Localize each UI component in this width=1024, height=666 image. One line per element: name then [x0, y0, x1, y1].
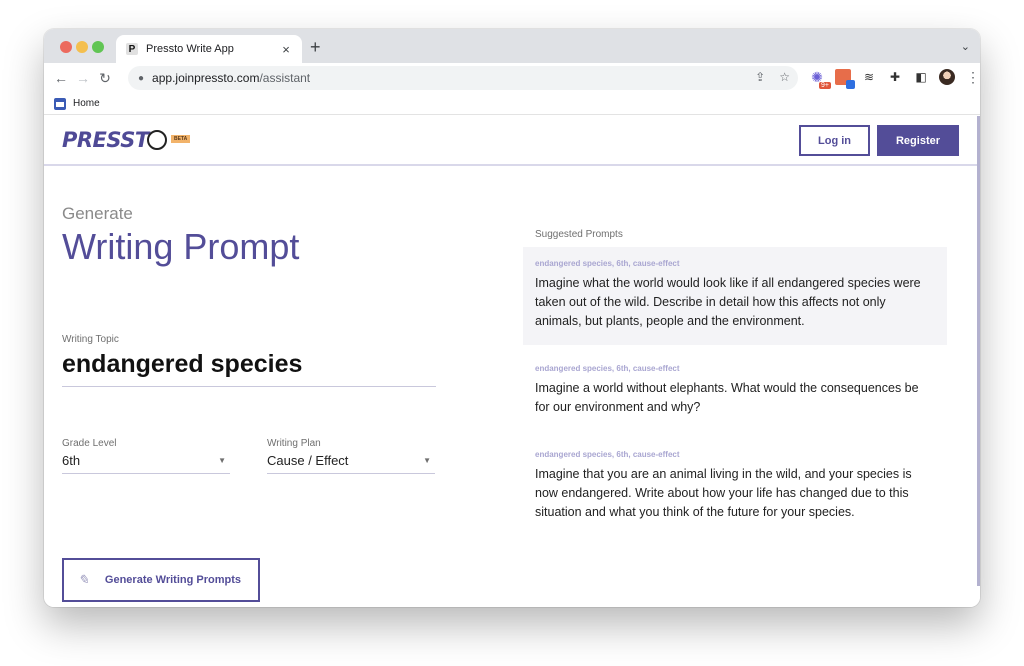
address-bar[interactable]: ● app.joinpressto.com/assistant ⇪ ☆: [128, 66, 798, 90]
browser-tab[interactable]: P Pressto Write App ×: [116, 35, 302, 63]
browser-toolbar: ← → ↻ ● app.joinpressto.com/assistant ⇪ …: [44, 63, 980, 93]
pressto-favicon-icon: P: [126, 43, 138, 55]
bookmark-star-icon[interactable]: ☆: [779, 70, 790, 84]
prompt-tags: endangered species, 6th, cause-effect: [535, 259, 680, 268]
extensions-area: ✺ 9+ ≋ ✚ ◧ ⋮: [809, 69, 980, 89]
bookmark-home[interactable]: Home: [73, 98, 100, 109]
extension-screenshot-icon[interactable]: [835, 69, 855, 89]
writing-plan-field: Writing Plan Cause / Effect ▼: [267, 438, 435, 474]
puzzle-extensions-icon[interactable]: ✚: [887, 69, 903, 85]
caret-down-icon: ▼: [218, 456, 226, 465]
page-scrollbar[interactable]: [977, 116, 980, 586]
grade-level-select[interactable]: 6th ▼: [62, 453, 230, 474]
caret-down-icon: ▼: [423, 456, 431, 465]
page-content: PRESST BETA Log in Register Generate Wri…: [44, 116, 980, 607]
page-eyebrow: Generate: [62, 204, 133, 223]
prompt-text: Imagine what the world would look like i…: [535, 276, 921, 328]
tab-title: Pressto Write App: [146, 43, 234, 55]
register-button[interactable]: Register: [877, 125, 959, 156]
writing-plan-value: Cause / Effect: [267, 453, 349, 468]
prompt-tags: endangered species, 6th, cause-effect: [535, 450, 680, 459]
lock-icon: ●: [138, 72, 145, 84]
site-header: PRESST BETA Log in Register: [44, 116, 980, 166]
logo-text: PRESST: [62, 128, 149, 152]
suggested-prompts-heading: Suggested Prompts: [535, 229, 623, 240]
writing-plan-label: Writing Plan: [267, 438, 321, 449]
new-tab-icon[interactable]: +: [310, 37, 321, 58]
url-path: /assistant: [259, 71, 311, 85]
beta-badge: BETA: [171, 135, 191, 143]
prompt-card[interactable]: endangered species, 6th, cause-effect Im…: [523, 438, 947, 534]
maximize-window-button[interactable]: [92, 41, 104, 53]
page-title: Writing Prompt: [62, 226, 300, 267]
pressto-logo[interactable]: PRESST: [62, 128, 167, 152]
browser-window: P Pressto Write App × + ⌄ ← → ↻ ● app.jo…: [44, 29, 980, 607]
prompt-text: Imagine a world without elephants. What …: [535, 381, 919, 414]
back-arrow-icon[interactable]: ←: [50, 70, 72, 86]
prompt-card[interactable]: endangered species, 6th, cause-effect Im…: [523, 247, 947, 345]
grade-level-label: Grade Level: [62, 438, 117, 449]
forward-arrow-icon[interactable]: →: [72, 70, 94, 86]
url-host: app.joinpressto.com: [152, 71, 260, 85]
feather-icon: ✎: [78, 572, 89, 587]
topic-input[interactable]: endangered species: [62, 350, 436, 387]
reload-icon[interactable]: ↻: [94, 70, 116, 87]
close-window-button[interactable]: [60, 41, 72, 53]
prompt-text: Imagine that you are an animal living in…: [535, 467, 912, 519]
extension-burst-icon[interactable]: ✺ 9+: [809, 69, 831, 89]
logo-scribble-icon: [146, 130, 167, 150]
home-bookmark-icon: [54, 97, 66, 110]
kebab-menu-icon[interactable]: ⋮: [965, 69, 980, 85]
topic-label: Writing Topic: [62, 334, 119, 345]
grade-level-value: 6th: [62, 453, 81, 468]
layers-icon[interactable]: ≋: [861, 69, 877, 85]
login-button[interactable]: Log in: [799, 125, 870, 156]
bookmarks-bar: Home: [44, 93, 980, 115]
tab-search-chevron-icon[interactable]: ⌄: [961, 40, 970, 53]
prompt-tags: endangered species, 6th, cause-effect: [535, 364, 680, 373]
tab-strip: P Pressto Write App × + ⌄: [44, 29, 980, 63]
generate-prompts-button[interactable]: ✎ Generate Writing Prompts: [62, 558, 260, 602]
side-panel-icon[interactable]: ◧: [913, 69, 929, 85]
minimize-window-button[interactable]: [76, 41, 88, 53]
prompt-card[interactable]: endangered species, 6th, cause-effect Im…: [523, 352, 947, 429]
writing-plan-select[interactable]: Cause / Effect ▼: [267, 453, 435, 474]
grade-level-field: Grade Level 6th ▼: [62, 438, 230, 474]
generate-prompts-label: Generate Writing Prompts: [104, 574, 242, 586]
share-icon[interactable]: ⇪: [755, 70, 765, 84]
close-tab-icon[interactable]: ×: [276, 42, 296, 57]
extension-badge: 9+: [819, 82, 831, 89]
profile-avatar[interactable]: [939, 69, 955, 85]
